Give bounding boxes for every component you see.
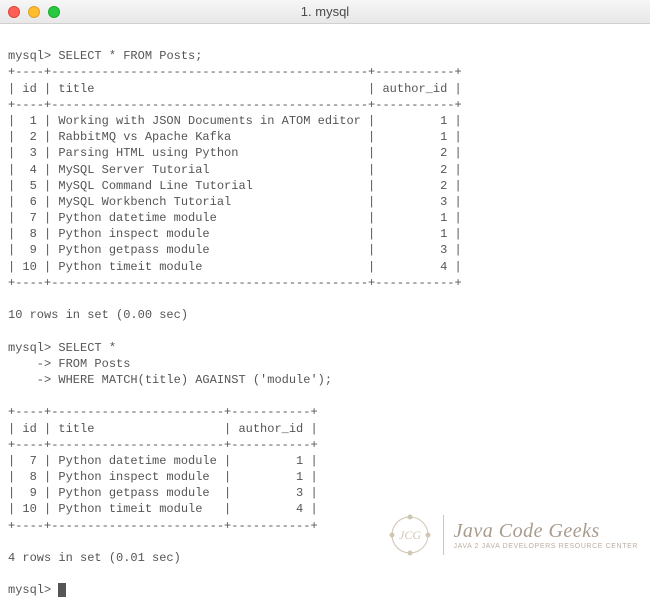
table2-line: +----+------------------------+---------… bbox=[8, 437, 642, 453]
table1-line: | 1 | Working with JSON Documents in ATO… bbox=[8, 113, 642, 129]
table2-line: +----+------------------------+---------… bbox=[8, 518, 642, 534]
window-titlebar: 1. mysql bbox=[0, 0, 650, 24]
table1-line: | id | title | author_id | bbox=[8, 81, 642, 97]
table2-line: | 10 | Python timeit module | 4 | bbox=[8, 501, 642, 517]
close-icon[interactable] bbox=[8, 6, 20, 18]
final-prompt-line: mysql> bbox=[8, 583, 66, 597]
table1-line: | 6 | MySQL Workbench Tutorial | 3 | bbox=[8, 194, 642, 210]
table2-line: | 8 | Python inspect module | 1 | bbox=[8, 469, 642, 485]
query1-text: SELECT * FROM Posts; bbox=[58, 49, 202, 63]
final-prompt: mysql> bbox=[8, 583, 58, 597]
query1-line: mysql> SELECT * FROM Posts; bbox=[8, 49, 202, 63]
query2-line: -> WHERE MATCH(title) AGAINST ('module')… bbox=[8, 372, 642, 388]
table1-line: +----+----------------------------------… bbox=[8, 64, 642, 80]
traffic-lights bbox=[8, 6, 60, 18]
table2-line: +----+------------------------+---------… bbox=[8, 404, 642, 420]
table2-line: | 7 | Python datetime module | 1 | bbox=[8, 453, 642, 469]
table1-line: | 2 | RabbitMQ vs Apache Kafka | 1 | bbox=[8, 129, 642, 145]
table1-line: | 7 | Python datetime module | 1 | bbox=[8, 210, 642, 226]
table2-line: | id | title | author_id | bbox=[8, 421, 642, 437]
table1-line: | 8 | Python inspect module | 1 | bbox=[8, 226, 642, 242]
table2: +----+------------------------+---------… bbox=[8, 404, 642, 534]
table1-line: | 5 | MySQL Command Line Tutorial | 2 | bbox=[8, 178, 642, 194]
table1-line: | 3 | Parsing HTML using Python | 2 | bbox=[8, 145, 642, 161]
prompt: mysql> bbox=[8, 49, 58, 63]
summary2: 4 rows in set (0.01 sec) bbox=[8, 551, 181, 565]
table2-line: | 9 | Python getpass module | 3 | bbox=[8, 485, 642, 501]
table1-line: +----+----------------------------------… bbox=[8, 97, 642, 113]
table1-line: | 10 | Python timeit module | 4 | bbox=[8, 259, 642, 275]
blank bbox=[8, 324, 15, 338]
cursor-icon bbox=[58, 583, 66, 597]
table1-line: | 9 | Python getpass module | 3 | bbox=[8, 242, 642, 258]
summary1: 10 rows in set (0.00 sec) bbox=[8, 308, 188, 322]
blank2 bbox=[8, 567, 15, 581]
table1-line: +----+----------------------------------… bbox=[8, 275, 642, 291]
query2: mysql> SELECT * -> FROM Posts -> WHERE M… bbox=[8, 340, 642, 389]
terminal-output[interactable]: mysql> SELECT * FROM Posts; +----+------… bbox=[0, 24, 650, 607]
query2-line: -> FROM Posts bbox=[8, 356, 642, 372]
table1: +----+----------------------------------… bbox=[8, 64, 642, 291]
window-title: 1. mysql bbox=[0, 3, 650, 21]
query2-line: mysql> SELECT * bbox=[8, 340, 642, 356]
zoom-icon[interactable] bbox=[48, 6, 60, 18]
table1-line: | 4 | MySQL Server Tutorial | 2 | bbox=[8, 162, 642, 178]
minimize-icon[interactable] bbox=[28, 6, 40, 18]
